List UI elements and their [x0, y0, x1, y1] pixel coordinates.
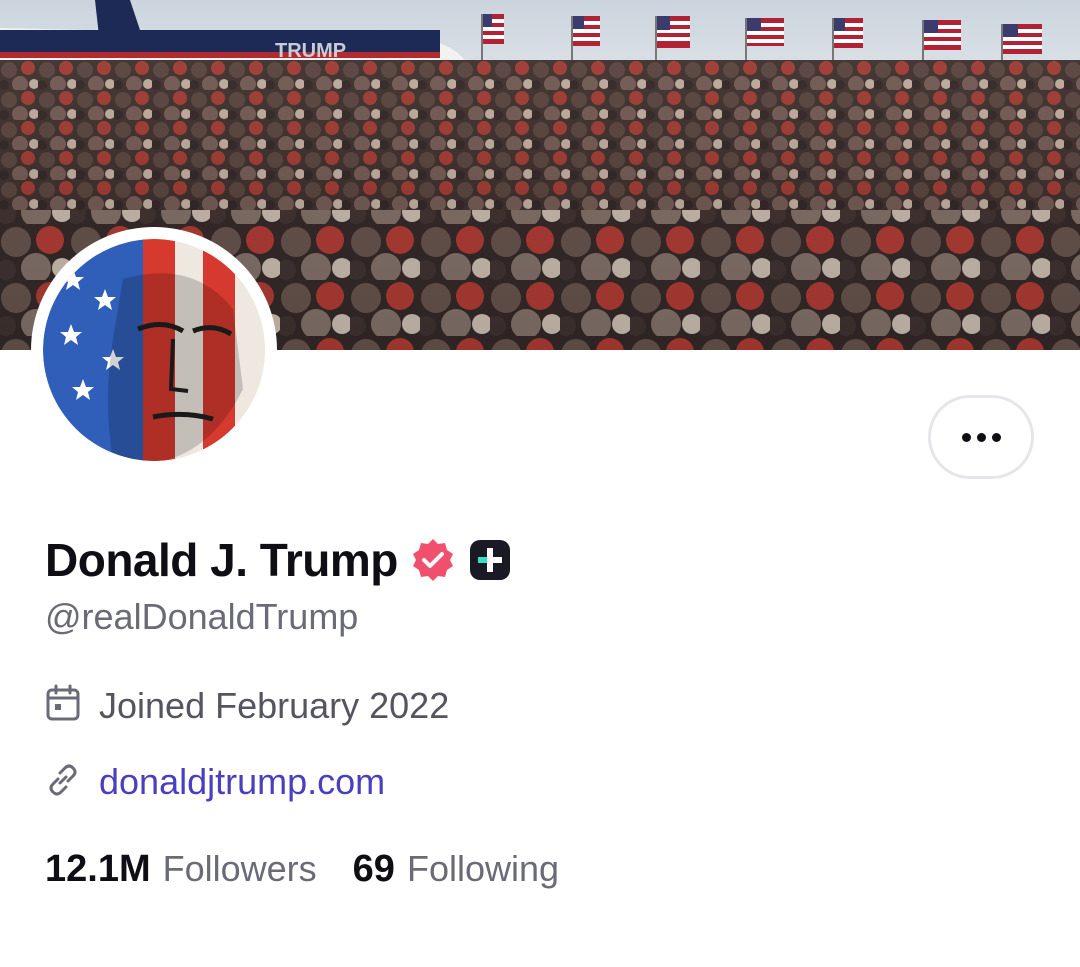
verified-badge-icon	[410, 537, 456, 583]
profile-page: TRUMP Donald J. Trump @realDonaldTrump J…	[0, 0, 1080, 967]
joined-date: Joined February 2022	[99, 684, 450, 726]
followers-label: Followers	[162, 848, 317, 889]
following-count: 69	[352, 848, 395, 890]
followers-stat[interactable]: 12.1M Followers	[45, 848, 317, 891]
avatar[interactable]	[31, 227, 277, 473]
avatar-image	[43, 239, 265, 461]
name-row: Donald J. Trump	[45, 532, 512, 588]
following-stat[interactable]: 69 Following	[353, 848, 559, 891]
profile-handle: @realDonaldTrump	[45, 596, 359, 637]
follow-stats: 12.1M Followers 69 Following	[45, 848, 559, 891]
followers-count: 12.1M	[45, 848, 151, 890]
website-link[interactable]: donaldjtrump.com	[99, 761, 385, 803]
more-horizontal-icon	[961, 432, 1001, 442]
display-name: Donald J. Trump	[45, 534, 398, 586]
more-options-button[interactable]	[928, 395, 1034, 479]
svg-text:TRUMP: TRUMP	[275, 40, 346, 62]
website-row: donaldjtrump.com	[45, 761, 385, 803]
joined-row: Joined February 2022	[45, 684, 449, 727]
calendar-icon	[45, 684, 81, 727]
plus-badge-icon	[468, 538, 512, 582]
following-label: Following	[406, 848, 560, 889]
link-icon	[45, 762, 81, 803]
